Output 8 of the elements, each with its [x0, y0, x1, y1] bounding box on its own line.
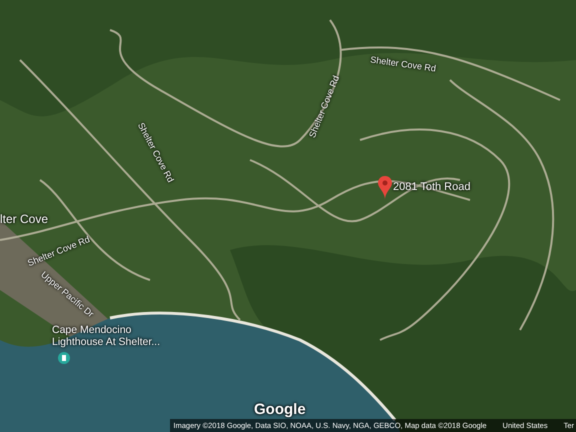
landmark-icon[interactable]: [58, 352, 70, 364]
place-label: Cape Mendocino Lighthouse At Shelter...: [52, 325, 161, 348]
road-label: Shelter Cove Rd: [370, 55, 436, 74]
map-logo: Google: [254, 400, 306, 420]
road-label: Shelter Cove Rd: [26, 235, 92, 269]
road-label: Shelter Cove Rd: [308, 74, 342, 140]
pin-label: 2081 Toth Road: [393, 181, 470, 194]
place-label: lter Cove: [0, 213, 48, 226]
